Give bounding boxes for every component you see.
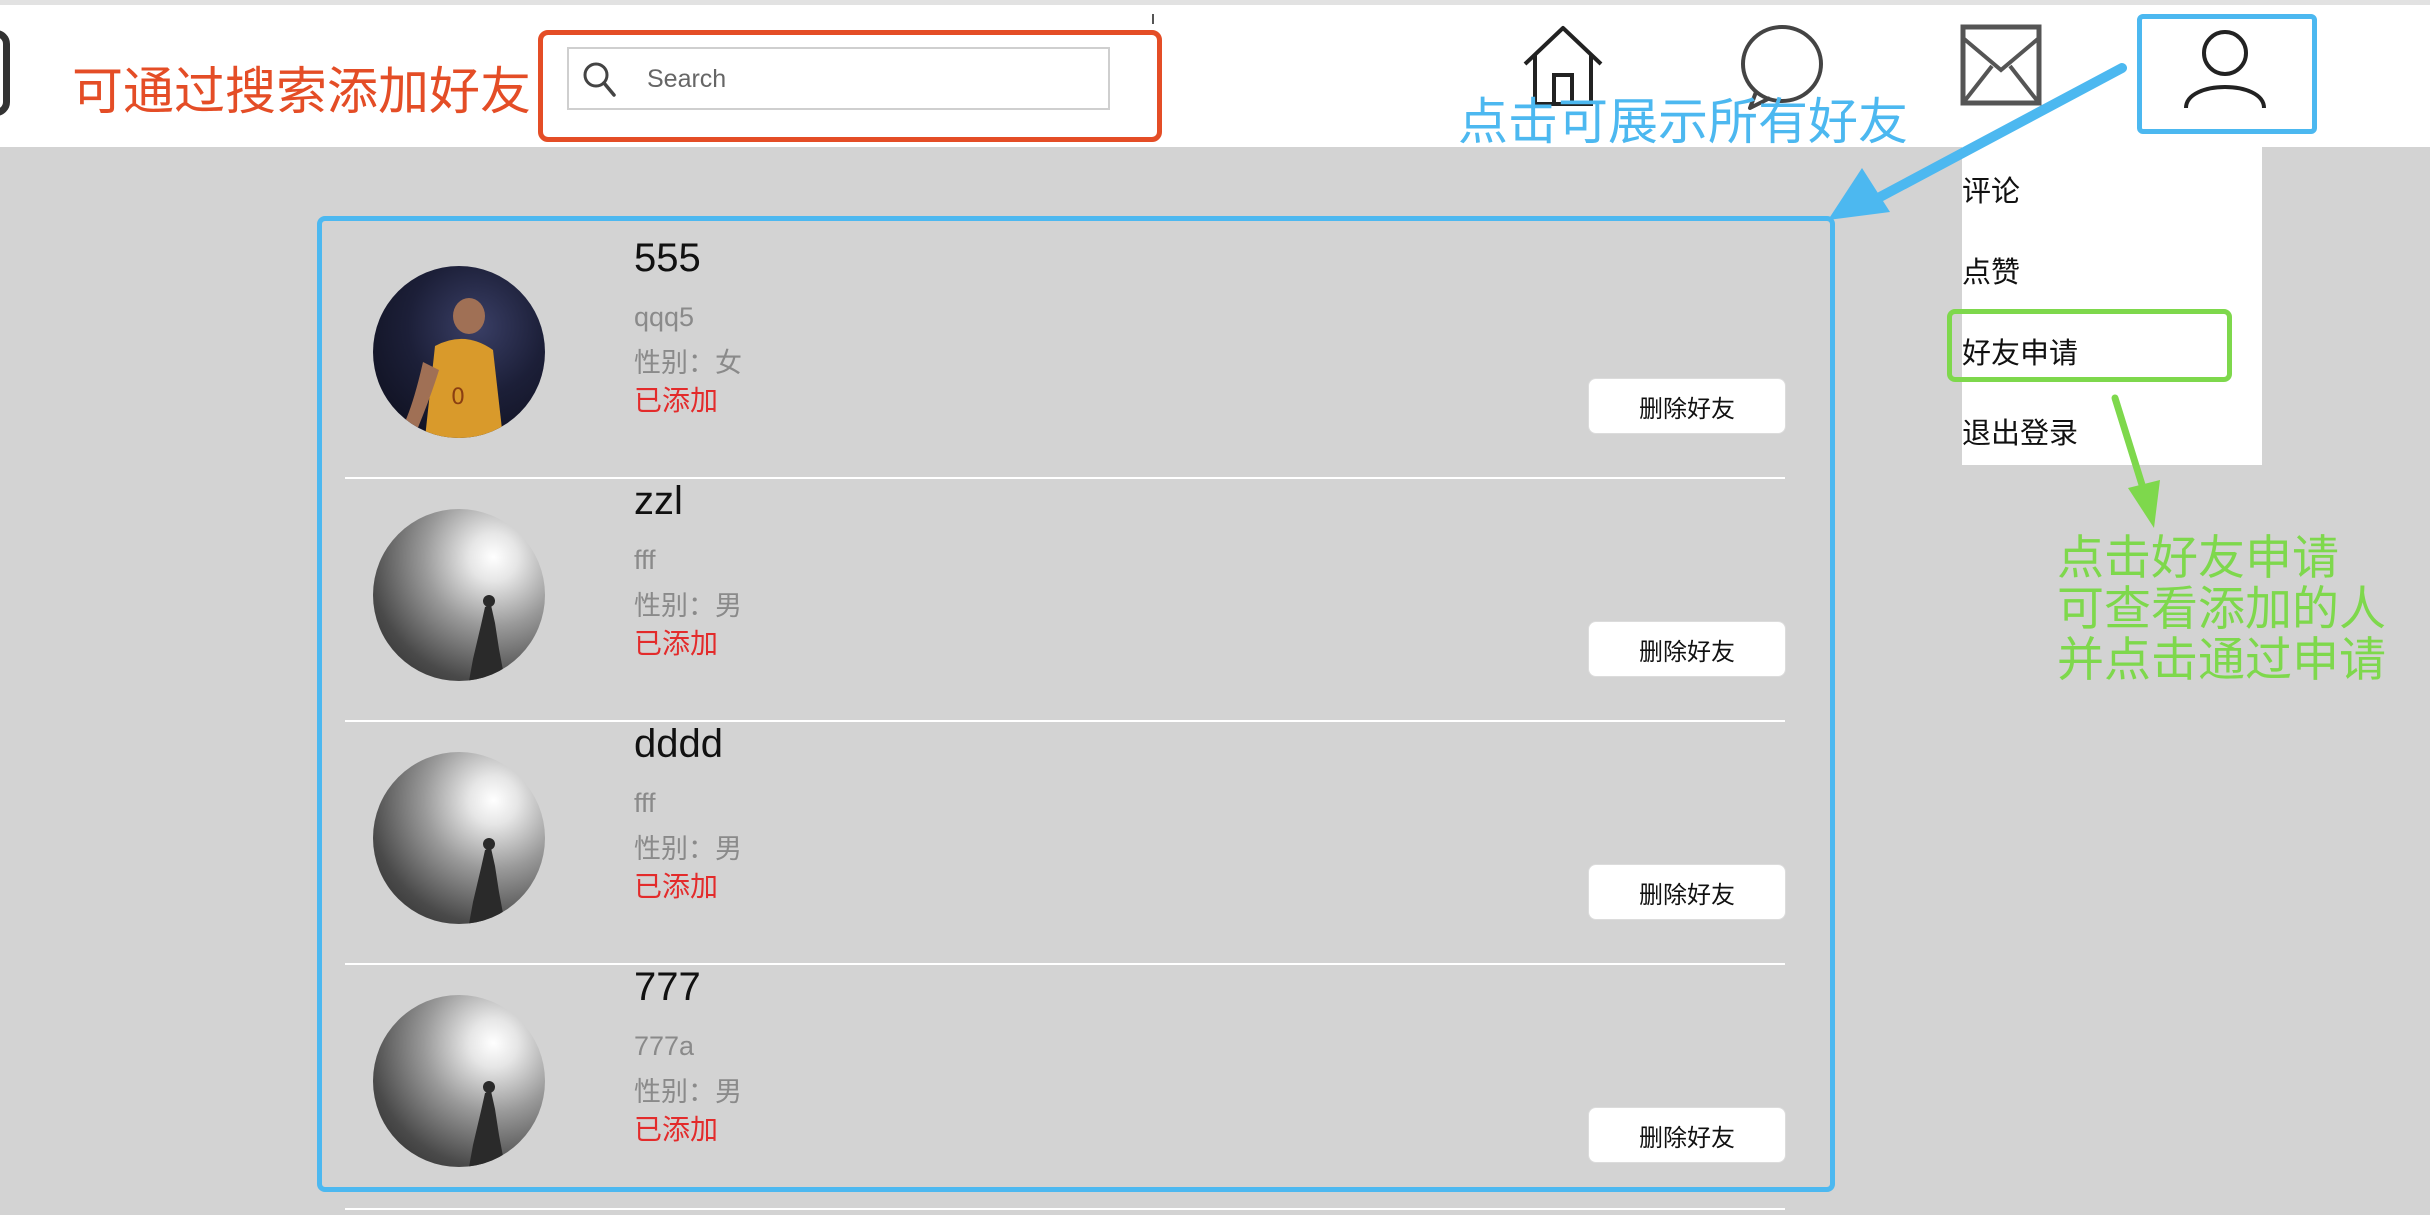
annotation-arrowhead-green [2128,480,2160,528]
annotation-arrow-blue [1875,63,2127,202]
annotation-arrows [1828,63,2160,528]
annotation-arrow-green [2111,394,2147,492]
